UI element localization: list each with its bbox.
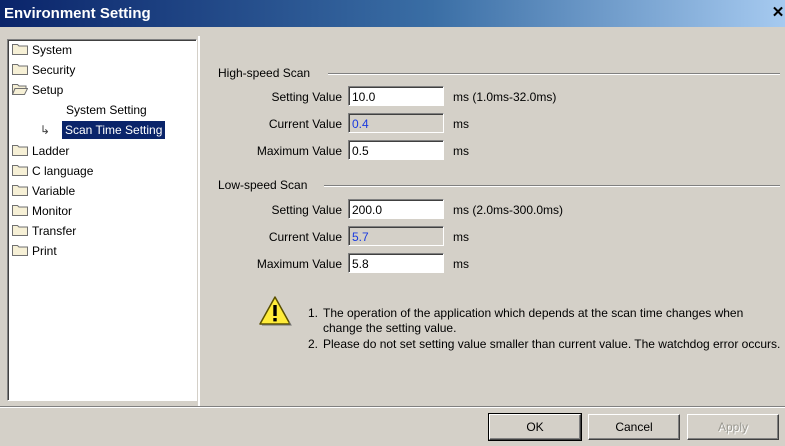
low-current-value: 5.7 [348, 226, 444, 246]
tree-item-label: Transfer [32, 224, 77, 238]
note-text: The operation of the application which d… [323, 306, 744, 335]
tree-item-label: System Setting [66, 103, 147, 117]
tree-item-label: Setup [32, 83, 64, 97]
tree-item-label: Variable [32, 184, 76, 198]
low-setting-unit: ms (2.0ms-300.0ms) [453, 203, 564, 217]
apply-button: Apply [687, 414, 779, 440]
close-button[interactable]: ✕ [771, 2, 785, 24]
high-setting-unit: ms (1.0ms-32.0ms) [453, 90, 557, 104]
close-icon: ✕ [771, 4, 785, 21]
low-setting-label: Setting Value [271, 203, 343, 217]
tree-item-variable[interactable]: Variable [12, 182, 192, 200]
note-text: Please do not set setting value smaller … [323, 337, 781, 351]
group-divider [328, 73, 780, 75]
warning-icon [259, 296, 292, 326]
low-max-unit: ms [453, 257, 469, 271]
title-bar: Environment Setting ✕ [0, 0, 785, 27]
tree-item-security[interactable]: Security [12, 61, 192, 79]
tree-item-system-setting[interactable]: System Setting [12, 101, 192, 119]
tree-item-print[interactable]: Print [12, 242, 192, 260]
folder-icon [12, 245, 28, 256]
tree-item-label: Ladder [32, 144, 70, 158]
folder-icon [12, 165, 28, 176]
tree-item-transfer[interactable]: Transfer [12, 222, 192, 240]
settings-tree[interactable]: System Security Setup System Setting ↳ S… [7, 39, 197, 401]
high-setting-input[interactable]: 10.0 [348, 86, 444, 106]
cancel-button[interactable]: Cancel [588, 414, 680, 440]
low-setting-input[interactable]: 200.0 [348, 199, 444, 219]
tree-item-c-language[interactable]: C language [12, 162, 192, 180]
tree-item-label: C language [32, 164, 94, 178]
high-max-input[interactable]: 0.5 [348, 140, 444, 160]
high-current-unit: ms [453, 117, 469, 131]
tree-item-label: Scan Time Setting [62, 121, 166, 139]
window-title: Environment Setting [4, 5, 151, 22]
tree-item-system[interactable]: System [12, 41, 192, 59]
tree-item-label: System [32, 43, 73, 57]
group-divider [324, 185, 780, 187]
ok-button[interactable]: OK [488, 413, 582, 441]
low-current-label: Current Value [268, 230, 342, 244]
footer-divider [0, 406, 785, 408]
folder-icon [12, 205, 28, 216]
open-folder-icon [12, 84, 28, 95]
folder-icon [12, 185, 28, 196]
tree-item-label: Monitor [32, 204, 73, 218]
tree-item-scan-time-setting[interactable]: ↳ Scan Time Setting [12, 121, 192, 139]
high-speed-group-title: High-speed Scan [218, 66, 311, 80]
note-number: 2. [308, 337, 319, 351]
high-max-label: Maximum Value [256, 144, 342, 158]
high-current-value: 0.4 [348, 113, 444, 133]
tree-item-label: Security [32, 63, 76, 77]
low-max-input[interactable]: 5.8 [348, 253, 444, 273]
low-max-label: Maximum Value [256, 257, 342, 271]
folder-icon [12, 225, 28, 236]
tree-item-monitor[interactable]: Monitor [12, 202, 192, 220]
tree-item-label: Print [32, 244, 57, 258]
high-setting-label: Setting Value [271, 90, 343, 104]
high-max-unit: ms [453, 144, 469, 158]
folder-icon [12, 145, 28, 156]
low-speed-group-title: Low-speed Scan [218, 178, 308, 192]
child-arrow-icon: ↳ [40, 123, 51, 137]
folder-icon [12, 44, 28, 55]
note-number: 1. [308, 306, 319, 320]
low-current-unit: ms [453, 230, 469, 244]
tree-item-ladder[interactable]: Ladder [12, 142, 192, 160]
tree-item-setup[interactable]: Setup [12, 81, 192, 99]
high-current-label: Current Value [268, 117, 342, 131]
folder-icon [12, 64, 28, 75]
